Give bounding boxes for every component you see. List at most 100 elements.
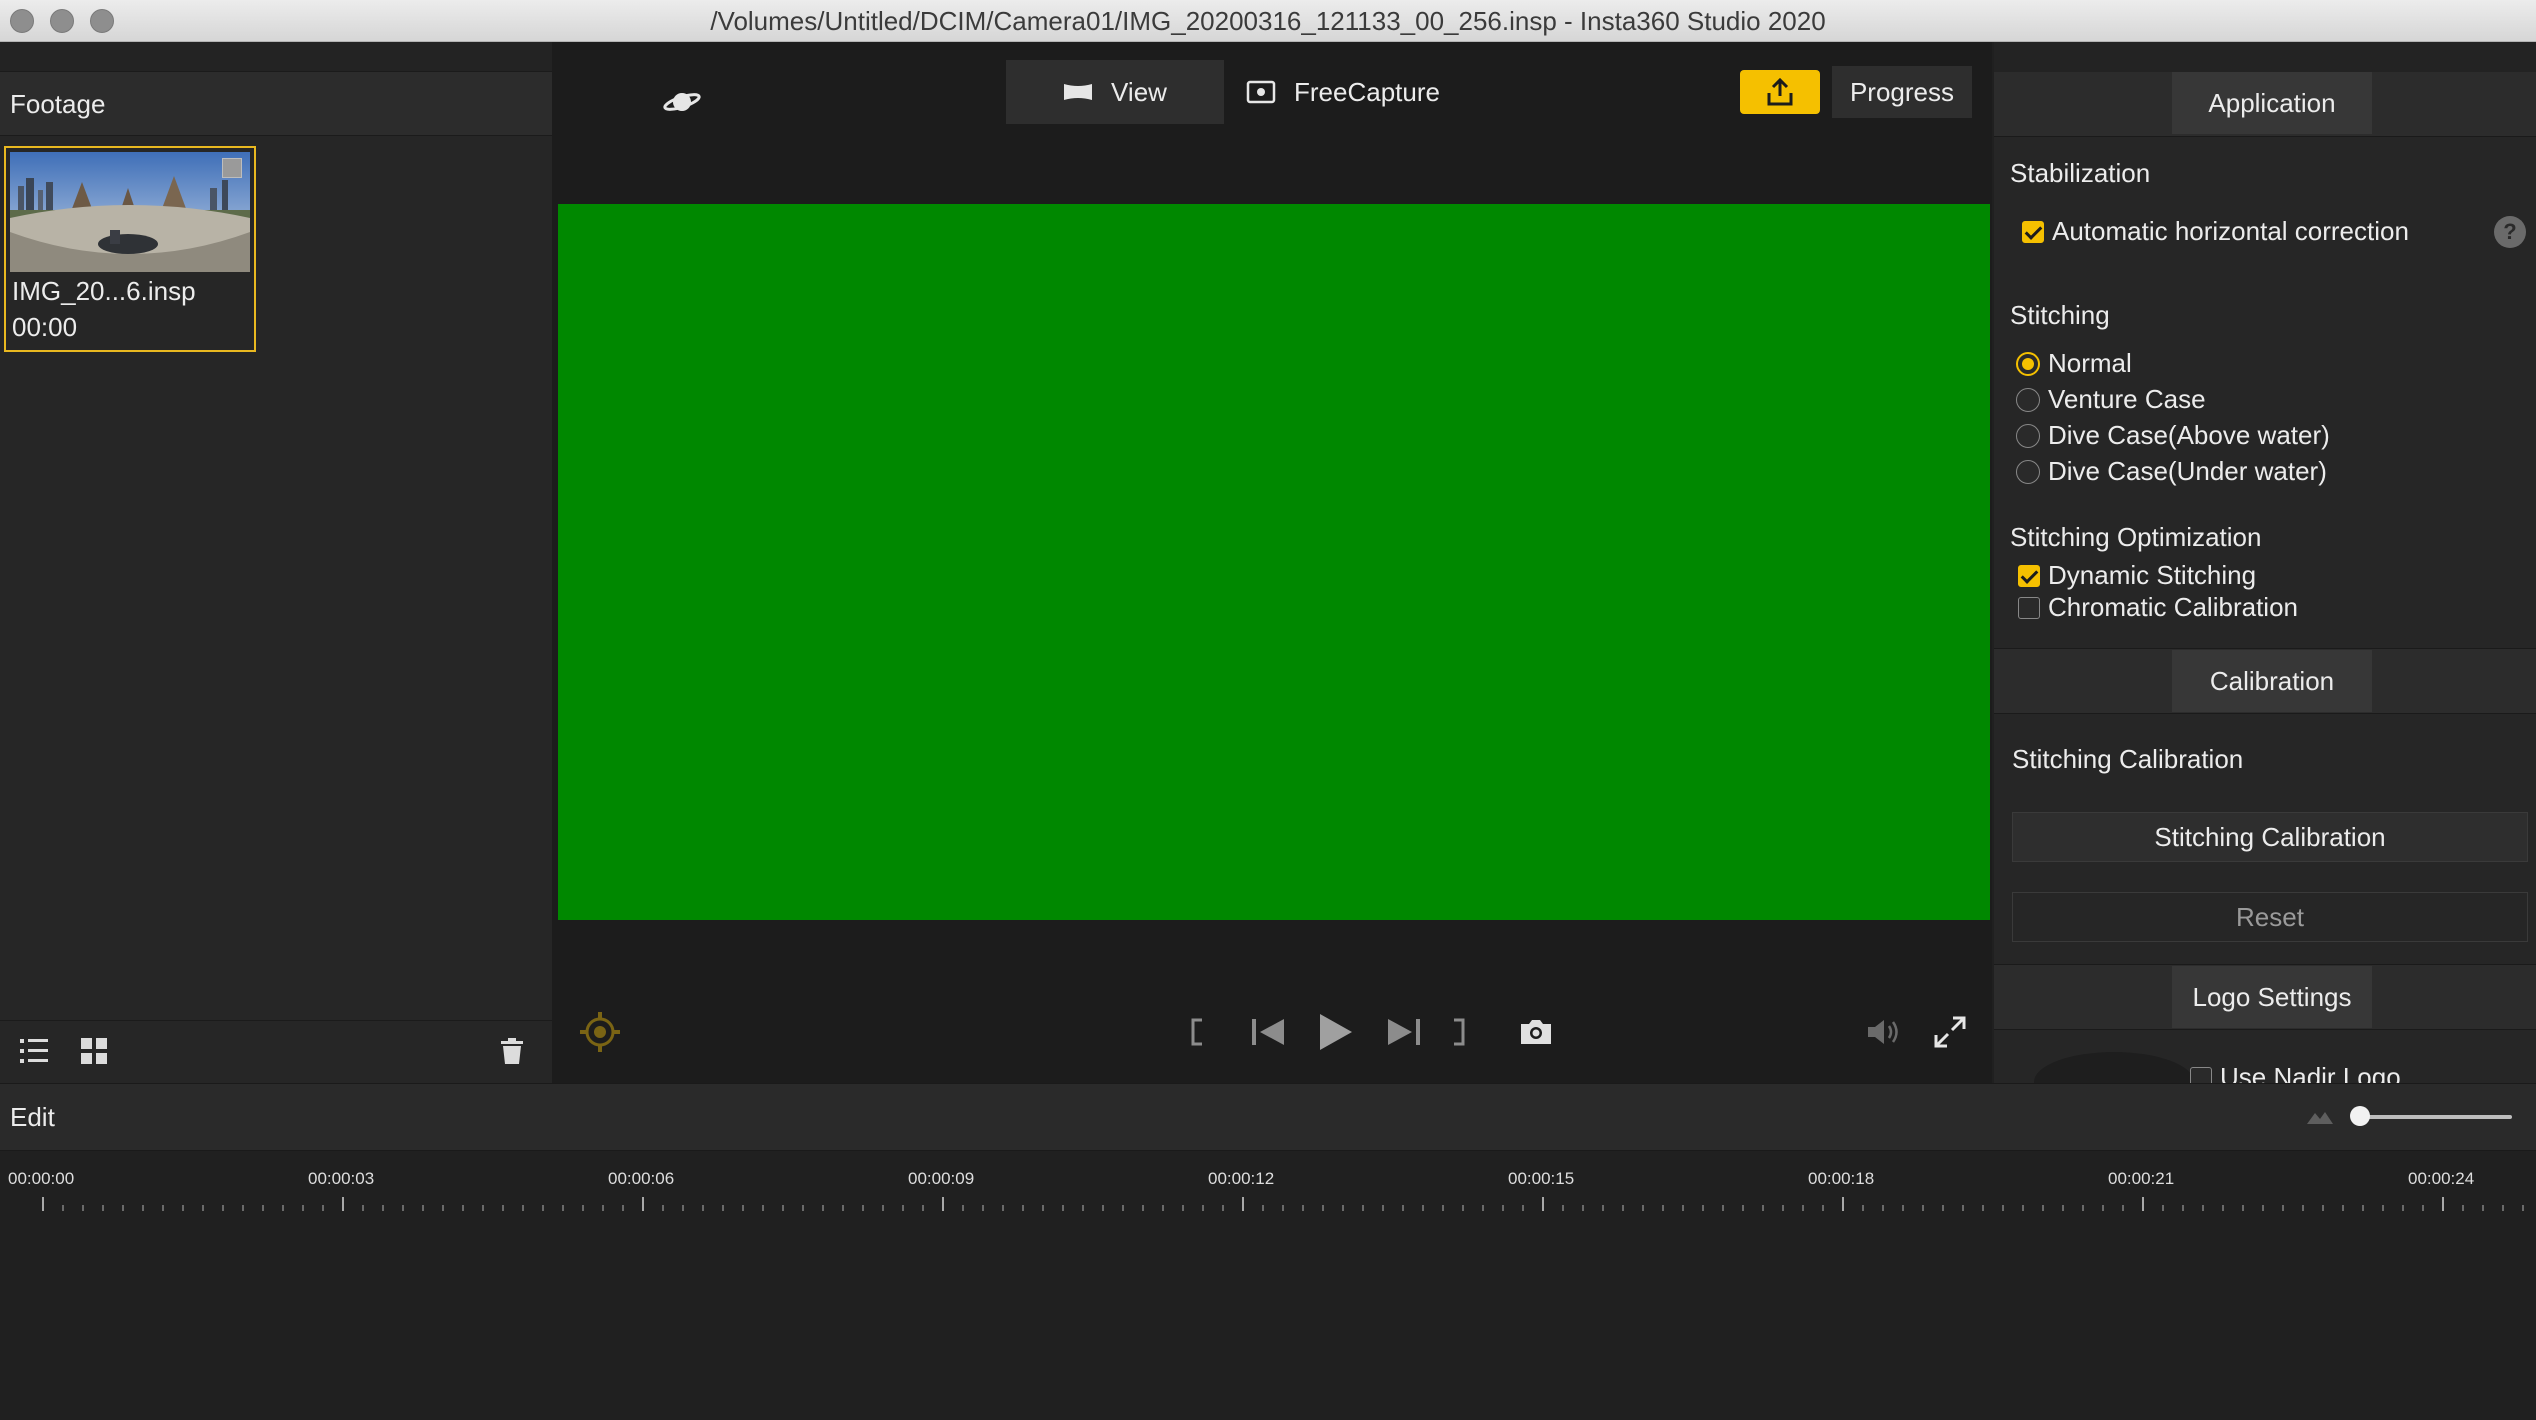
footage-select-checkbox[interactable] (222, 158, 242, 178)
dynamic-stitching-label: Dynamic Stitching (2048, 560, 2257, 590)
ruler-minor-tick (502, 1205, 504, 1211)
freecapture-icon (1246, 80, 1276, 104)
ruler-minor-tick (722, 1205, 724, 1211)
ruler-minor-tick (2202, 1205, 2204, 1211)
ruler-minor-tick (1722, 1205, 1724, 1211)
ruler-minor-tick (2182, 1205, 2184, 1211)
ruler-minor-tick (2342, 1205, 2344, 1211)
playback-controls (552, 992, 1992, 1072)
timeline[interactable]: 00:00:00 00:00:03 00:00:06 00:00:09 00:00:12… (0, 1151, 2536, 1420)
ruler-minor-tick (482, 1205, 484, 1211)
use-nadir-logo-checkbox[interactable]: Use Nadir Logo (2190, 1062, 2401, 1083)
tab-view[interactable]: View (1006, 60, 1224, 124)
export-button[interactable] (1740, 70, 1820, 114)
snapshot-camera-icon[interactable] (1514, 1012, 1558, 1052)
video-preview[interactable] (558, 204, 1990, 920)
stitching-option-normal[interactable]: Normal (2016, 348, 2132, 379)
tab-calibration[interactable]: Calibration (2172, 650, 2372, 712)
progress-button[interactable]: Progress (1832, 66, 1972, 118)
divider (1994, 713, 2536, 714)
stitching-option-dive-above[interactable]: Dive Case(Above water) (2016, 420, 2330, 451)
ruler-minor-tick (762, 1205, 764, 1211)
tab-freecapture[interactable]: FreeCapture (1238, 60, 1468, 124)
play-icon[interactable] (1310, 1006, 1362, 1058)
ruler-minor-tick (1062, 1205, 1064, 1211)
ruler-minor-tick (1922, 1205, 1924, 1211)
list-view-icon[interactable] (18, 1035, 50, 1067)
dynamic-stitching-checkbox[interactable]: Dynamic Stitching (2018, 560, 2256, 591)
ruler-major-tick (642, 1197, 644, 1211)
ruler-minor-tick (2042, 1205, 2044, 1211)
footage-thumbnail (10, 152, 250, 272)
ruler-minor-tick (442, 1205, 444, 1211)
ruler-minor-tick (362, 1205, 364, 1211)
ruler-minor-tick (222, 1205, 224, 1211)
stitching-calibration-button[interactable]: Stitching Calibration (2012, 812, 2528, 862)
radio-unselected (2016, 387, 2040, 412)
timeline-ruler (42, 1197, 2524, 1211)
ruler-minor-tick (542, 1205, 544, 1211)
auto-horizontal-correction-checkbox[interactable]: Automatic horizontal correction (2022, 216, 2409, 247)
ruler-minor-tick (1022, 1205, 1024, 1211)
timeline-tick-label: 00:00:09 (908, 1169, 975, 1188)
ruler-minor-tick (1962, 1205, 1964, 1211)
checkbox-checked (2018, 564, 2040, 587)
volume-icon[interactable] (1862, 1012, 1906, 1052)
ruler-minor-tick (2362, 1205, 2364, 1211)
stitching-option-label: Normal (2048, 348, 2132, 378)
footage-header: Footage (0, 72, 552, 136)
timeline-tick-label: 00:00:06 (608, 1169, 675, 1188)
ruler-minor-tick (1502, 1205, 1504, 1211)
ruler-minor-tick (1322, 1205, 1324, 1211)
ruler-minor-tick (682, 1205, 684, 1211)
footage-item[interactable]: IMG_20...6.insp 00:00 (4, 146, 256, 352)
ruler-minor-tick (202, 1205, 204, 1211)
zoom-slider-track[interactable] (2352, 1115, 2512, 1119)
planet-view-icon[interactable] (652, 72, 712, 132)
trash-icon[interactable] (496, 1035, 528, 1067)
reset-button[interactable]: Reset (2012, 892, 2528, 942)
target-icon[interactable] (576, 1008, 624, 1056)
stitching-option-dive-under[interactable]: Dive Case(Under water) (2016, 456, 2327, 487)
ruler-minor-tick (1562, 1205, 1564, 1211)
ruler-minor-tick (1942, 1205, 1944, 1211)
ruler-minor-tick (2122, 1205, 2124, 1211)
stitching-heading: Stitching (2010, 300, 2110, 330)
tab-application[interactable]: Application (2172, 72, 2372, 134)
stitching-option-venture-case[interactable]: Venture Case (2016, 384, 2206, 415)
ruler-minor-tick (2102, 1205, 2104, 1211)
help-icon[interactable]: ? (2494, 216, 2526, 248)
stitching-calibration-heading: Stitching Calibration (2012, 744, 2244, 774)
ruler-minor-tick (662, 1205, 664, 1211)
skip-forward-icon[interactable] (1382, 1012, 1426, 1052)
ruler-minor-tick (622, 1205, 624, 1211)
ruler-minor-tick (982, 1205, 984, 1211)
ruler-minor-tick (1802, 1205, 1804, 1211)
ruler-minor-tick (702, 1205, 704, 1211)
zoom-out-mountain-icon[interactable] (2306, 1104, 2334, 1128)
chromatic-calibration-checkbox[interactable]: Chromatic Calibration (2018, 592, 2298, 623)
mark-in-icon[interactable] (1182, 1012, 1212, 1052)
ruler-minor-tick (2002, 1205, 2004, 1211)
mark-out-icon[interactable] (1444, 1012, 1474, 1052)
ruler-minor-tick (2062, 1205, 2064, 1211)
ruler-major-tick (342, 1197, 344, 1211)
tab-logo-settings[interactable]: Logo Settings (2172, 966, 2372, 1028)
use-nadir-logo-label: Use Nadir Logo (2220, 1062, 2401, 1083)
ruler-minor-tick (1222, 1205, 1224, 1211)
fullscreen-icon[interactable] (1928, 1010, 1972, 1054)
ruler-minor-tick (1662, 1205, 1664, 1211)
zoom-slider-handle[interactable] (2350, 1106, 2370, 1126)
grid-view-icon[interactable] (78, 1035, 110, 1067)
divider (1994, 1029, 2536, 1030)
settings-panel: Application Stabilization Automatic hori… (1994, 42, 2536, 1083)
ruler-minor-tick (1082, 1205, 1084, 1211)
ruler-minor-tick (882, 1205, 884, 1211)
ruler-minor-tick (2422, 1205, 2424, 1211)
skip-back-icon[interactable] (1246, 1012, 1290, 1052)
ruler-minor-tick (182, 1205, 184, 1211)
ruler-minor-tick (1182, 1205, 1184, 1211)
timeline-tick-label: 00:00:03 (308, 1169, 375, 1188)
ruler-minor-tick (2082, 1205, 2084, 1211)
ruler-minor-tick (1882, 1205, 1884, 1211)
